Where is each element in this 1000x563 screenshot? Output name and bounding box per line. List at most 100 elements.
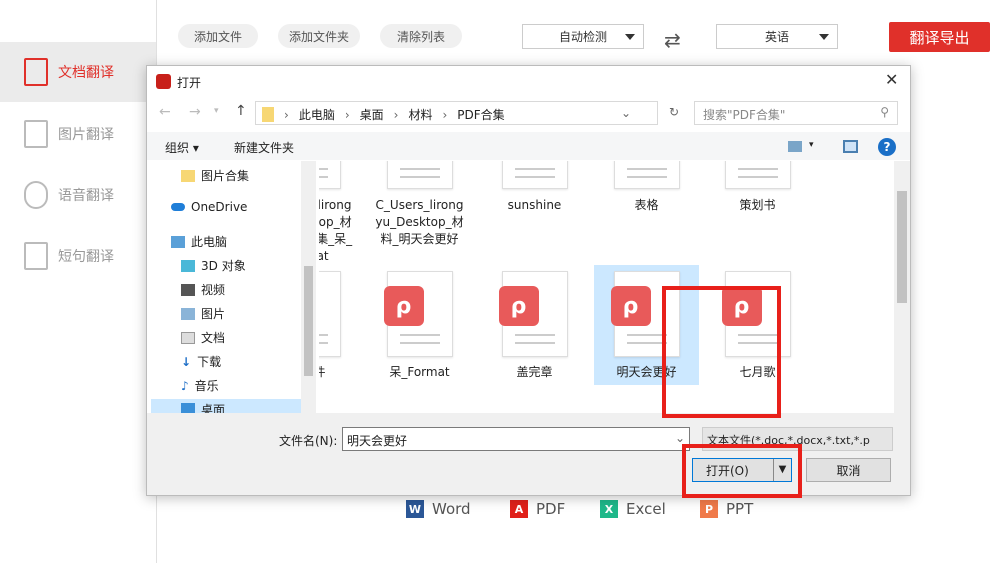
pdf-file-icon: ρ <box>724 161 791 189</box>
file-name: 呆_Format <box>389 365 450 379</box>
search-input[interactable]: 搜索"PDF合集" ⚲ <box>694 101 898 125</box>
nav-item[interactable]: 此电脑 <box>171 233 227 250</box>
nav-item[interactable]: 图片合集 <box>181 167 249 184</box>
picture-icon <box>181 307 195 320</box>
target-language-value: 英语 <box>764 30 789 44</box>
nav-item[interactable]: 文档 <box>181 329 225 346</box>
breadcrumb-item[interactable]: 桌面 <box>360 106 384 123</box>
file-name: sunshine <box>507 198 562 212</box>
source-language-select[interactable]: 自动检测 <box>522 24 644 49</box>
file-name: C_Users_lirongyu_Desktop_材料_PDF合集_呆_Form… <box>319 198 353 263</box>
file-item[interactable]: ρ 呆_Format <box>367 271 472 381</box>
format-ppt: P PPT <box>700 500 753 518</box>
format-word: W Word <box>406 500 471 518</box>
folder-icon <box>181 169 195 182</box>
cancel-button[interactable]: 取消 <box>806 458 891 482</box>
format-label: Excel <box>626 500 666 518</box>
word-icon: W <box>406 500 424 518</box>
download-icon: ↓ <box>181 354 192 369</box>
target-language-select[interactable]: 英语 <box>716 24 838 49</box>
file-item[interactable]: ρ 盖完章 <box>482 271 587 381</box>
refresh-icon[interactable]: ↻ <box>669 105 679 119</box>
file-name: 盖完章 <box>516 365 553 379</box>
back-icon[interactable]: ← <box>159 104 171 120</box>
sidebar-item-label: 语音翻译 <box>58 188 114 204</box>
add-file-button[interactable]: 添加文件 <box>178 24 258 48</box>
nav-item[interactable]: 桌面 <box>151 399 301 413</box>
desktop-icon <box>181 403 195 413</box>
file-item[interactable]: ρ C_Users_lirongyu_Desktop_材料_PDF合集_呆_For… <box>319 161 360 265</box>
translate-export-button[interactable]: 翻译导出 <box>889 22 990 52</box>
sidebar-item-sentence[interactable]: 短句翻译 <box>0 226 156 286</box>
preview-pane-icon[interactable] <box>843 140 858 153</box>
source-language-value: 自动检测 <box>558 30 607 44</box>
swap-icon[interactable]: ⇄ <box>664 28 681 52</box>
file-item[interactable]: ρ C_Users_lirongyu_Desktop_材料_明天会更好 <box>367 161 472 248</box>
chevron-down-icon[interactable]: ▾ <box>809 140 814 150</box>
file-item[interactable]: ρ 表格 <box>594 161 699 214</box>
help-icon[interactable]: ? <box>878 138 896 156</box>
breadcrumb-item[interactable]: PDF合集 <box>457 106 504 123</box>
nav-label: 下载 <box>197 355 222 369</box>
breadcrumb-item[interactable]: 此电脑 <box>299 106 335 123</box>
file-name: C_Users_lirongyu_Desktop_材料_明天会更好 <box>375 198 464 246</box>
sidebar-item-label: 短句翻译 <box>58 249 114 265</box>
nav-item[interactable]: 视频 <box>181 281 225 298</box>
file-scrollbar[interactable] <box>894 161 910 413</box>
nav-label: 此电脑 <box>191 235 228 249</box>
sidebar-item-label: 图片翻译 <box>58 127 114 143</box>
address-bar[interactable]: › 此电脑 › 桌面 › 材料 › PDF合集 ⌄ ↻ <box>255 101 679 125</box>
nav-item[interactable]: 3D 对象 <box>181 257 246 274</box>
nav-label: 图片合集 <box>201 169 250 183</box>
nav-item[interactable]: ↓ 下载 <box>181 353 221 370</box>
clear-list-button[interactable]: 清除列表 <box>380 24 462 48</box>
close-icon[interactable]: ✕ <box>885 70 898 89</box>
format-label: PDF <box>536 500 566 518</box>
microphone-icon <box>24 181 48 209</box>
recent-chevron-icon[interactable]: ▾ <box>214 106 219 116</box>
image-icon <box>24 120 48 148</box>
nav-item[interactable]: ♪ 音乐 <box>181 377 219 394</box>
pdf-icon: A <box>510 500 528 518</box>
pdf-file-icon: ρ <box>319 161 341 189</box>
new-folder-button[interactable]: 新建文件夹 <box>234 139 294 156</box>
file-item[interactable]: ρ sunshine <box>482 161 587 214</box>
pdf-file-icon: ρ <box>613 161 680 189</box>
filename-label: 文件名(N): <box>279 434 338 448</box>
view-options-icon[interactable] <box>788 141 802 152</box>
file-item[interactable]: ρ 策划书 <box>705 161 810 214</box>
file-item[interactable]: ρ 大文件 <box>319 271 360 381</box>
pdf-file-icon: ρ <box>501 161 568 189</box>
filename-value: 明天会更好 <box>347 434 408 448</box>
format-label: Word <box>432 500 471 518</box>
folder-icon <box>262 107 274 122</box>
document-icon <box>181 331 195 344</box>
nav-scrollbar[interactable] <box>301 161 316 413</box>
document-icon <box>24 58 48 86</box>
organize-menu[interactable]: 组织 ▾ <box>165 139 199 156</box>
chevron-down-icon[interactable]: ⌄ <box>621 106 631 120</box>
filename-input[interactable]: 明天会更好 ⌄ <box>342 427 690 451</box>
add-folder-button[interactable]: 添加文件夹 <box>278 24 360 48</box>
pdf-file-icon: ρ <box>319 271 341 357</box>
highlight-selected-file <box>662 286 781 418</box>
sidebar-item-label: 文档翻译 <box>58 65 114 81</box>
nav-item[interactable]: OneDrive <box>171 200 247 214</box>
nav-label: 音乐 <box>194 379 219 393</box>
sidebar-item-document[interactable]: 文档翻译 <box>0 42 156 102</box>
file-name: 表格 <box>634 198 659 212</box>
forward-icon[interactable]: → <box>189 104 201 120</box>
sidebar-item-image[interactable]: 图片翻译 <box>0 104 156 164</box>
search-icon: ⚲ <box>880 105 889 119</box>
sidebar-item-voice[interactable]: 语音翻译 <box>0 165 156 225</box>
up-icon[interactable]: ↑ <box>235 103 247 119</box>
nav-item[interactable]: 图片 <box>181 305 225 322</box>
breadcrumb-item[interactable]: 材料 <box>408 106 432 123</box>
music-icon: ♪ <box>181 378 189 393</box>
pdf-file-icon: ρ <box>498 271 568 357</box>
file-name: 策划书 <box>739 198 776 212</box>
chevron-down-icon[interactable]: ⌄ <box>675 431 685 445</box>
ppt-icon: P <box>700 500 718 518</box>
computer-icon <box>171 235 185 248</box>
format-pdf: A PDF <box>510 500 565 518</box>
